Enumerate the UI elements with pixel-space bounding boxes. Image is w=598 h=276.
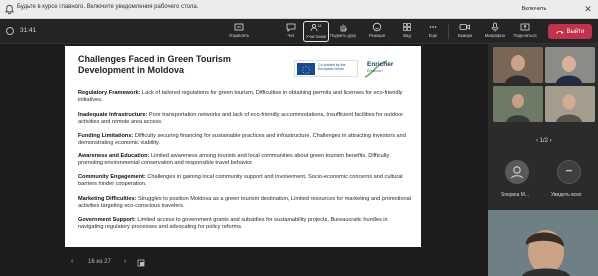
see-all-participants-button[interactable]: ••• (557, 160, 581, 184)
shared-screen-area: Challenges Faced in Green Tourism Develo… (0, 44, 488, 276)
participant-video-tile[interactable] (493, 47, 543, 83)
grid-icon (403, 23, 411, 31)
participant-video-tile[interactable] (545, 47, 595, 83)
participants-button[interactable]: 18 Участники (303, 21, 329, 42)
hang-up-icon (556, 30, 564, 34)
eu-logo-text: Co-funded by the European Union (318, 63, 346, 71)
eu-flag-icon (297, 63, 315, 75)
previous-slide-button[interactable]: ‹ (71, 258, 73, 265)
enable-notifications-button[interactable]: Включить (514, 3, 554, 15)
chat-button[interactable]: Чат (278, 21, 304, 42)
bullet-regulatory: Regulatory Framework: Lack of tailored r… (78, 90, 403, 103)
person-icon (511, 166, 523, 179)
leave-button[interactable]: Выйти (548, 24, 592, 39)
ellipsis-icon (429, 26, 437, 28)
bullet-marketing: Marketing Difficulties: Struggles to pos… (78, 196, 411, 209)
share-icon (520, 23, 530, 31)
eu-cofunded-logo: Co-funded by the European Union (294, 60, 358, 77)
next-slide-button[interactable]: › (124, 258, 126, 265)
participant-video-tile[interactable] (493, 86, 543, 122)
microphone-button[interactable]: Микрофон (482, 21, 508, 42)
enricher-logo-sub: Erasmus+ (367, 69, 384, 73)
participants-icon: 18 (310, 23, 322, 32)
bullet-funding: Funding Limitations: Difficulty securing… (78, 133, 406, 146)
view-button[interactable]: Вид (394, 21, 420, 42)
presentation-slide: Challenges Faced in Green Tourism Develo… (65, 46, 421, 247)
more-button[interactable]: Еще (420, 21, 446, 42)
notification-message: Будьте в курсе главного. Включите уведом… (17, 4, 199, 10)
meeting-info-icon[interactable] (6, 27, 14, 35)
bullet-government: Government Support: Limited access to go… (78, 217, 388, 230)
camera-icon (459, 24, 470, 30)
close-notification-button[interactable]: ✕ (582, 2, 594, 16)
see-all-label: Увидеть всех (551, 192, 582, 198)
meeting-toolbar: 31:41 Управлять Чат 18 Участники Поднять… (0, 19, 598, 44)
bullet-community: Community Engagement: Challenges in gain… (78, 174, 403, 187)
raise-hand-button[interactable]: Поднять руку (330, 21, 356, 42)
chat-icon (286, 23, 296, 32)
participants-pager: ‹ 1/2 › (536, 138, 552, 144)
meeting-timer: 31:41 (20, 27, 37, 34)
popout-icon[interactable] (137, 259, 145, 267)
react-button[interactable]: Реакция (364, 21, 390, 42)
share-button[interactable]: Поделиться (512, 21, 538, 42)
participants-count-badge: 18 (318, 24, 322, 28)
toolbar-divider (448, 24, 449, 39)
hand-icon (340, 24, 347, 32)
smiley-icon (372, 22, 382, 32)
slide-page-indicator: 16 из 27 (88, 259, 111, 265)
manage-button[interactable]: Управлять (226, 21, 252, 42)
bullet-awareness: Awareness and Education: Limited awarene… (78, 153, 390, 166)
enricher-logo: Enricher Erasmus+ (363, 57, 413, 79)
participant-name: Snejana M... (501, 192, 530, 198)
bullet-infrastructure: Inadequate Infrastructure: Poor transpor… (78, 112, 404, 125)
pager-next-icon[interactable]: › (548, 138, 552, 144)
self-video-preview (488, 210, 598, 276)
avatar[interactable] (505, 160, 529, 184)
camera-button[interactable]: Камера (452, 21, 478, 42)
slide-title: Challenges Faced in Green Tourism Develo… (78, 54, 231, 75)
enricher-logo-name: Enricher (367, 61, 394, 68)
bell-icon (4, 4, 15, 15)
microphone-icon (491, 22, 499, 32)
notification-bar: Будьте в курсе главного. Включите уведом… (0, 0, 598, 19)
participant-video-tile[interactable] (545, 86, 595, 122)
manage-icon (234, 23, 244, 31)
